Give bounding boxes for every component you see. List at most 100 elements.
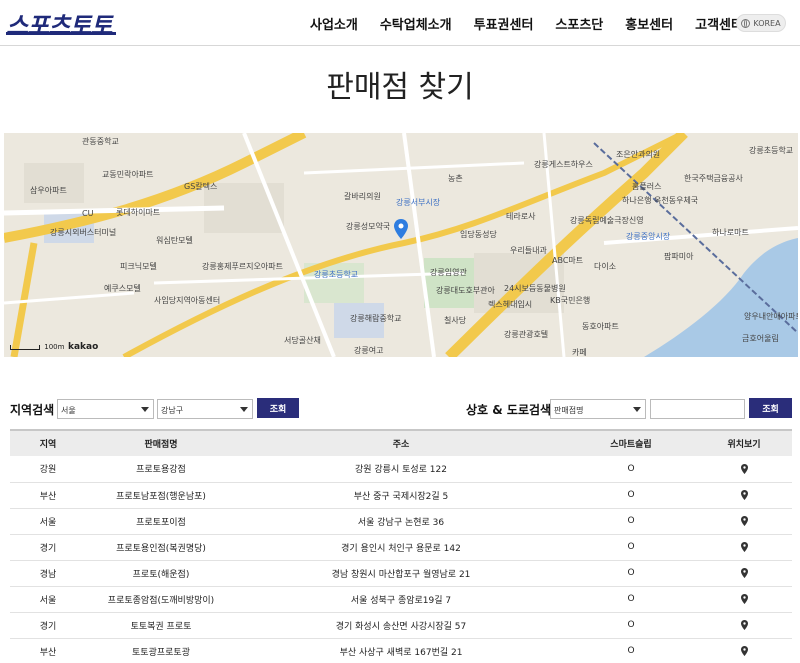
map-label: 양우내안애아파트 <box>744 312 798 321</box>
site-header: 스포츠토토 사업소개 수탁업체소개 투표권센터 스포츠단 홍보센터 고객센터 K… <box>0 0 800 46</box>
nav-item-sports-team[interactable]: 스포츠단 <box>555 14 603 33</box>
map-label: 강릉성모약국 <box>346 222 391 231</box>
nav-item-operator[interactable]: 수탁업체소개 <box>380 14 452 33</box>
map-label: 24시보듬동물병원 <box>504 284 566 293</box>
main-nav: 사업소개 수탁업체소개 투표권센터 스포츠단 홍보센터 고객센터 <box>310 0 765 46</box>
map-label: 강릉관광호텔 <box>504 330 549 339</box>
map-pin-icon[interactable] <box>740 645 748 656</box>
name-search-label: 상호 & 도로검색 <box>466 403 552 417</box>
cell-address: 부산 중구 국제시장2길 5 <box>236 482 566 509</box>
map-label: 강릉홍제푸르지오아파트 <box>202 262 283 271</box>
map-pin-icon[interactable] <box>740 489 748 500</box>
map-label: 사임당지역아동센터 <box>154 296 221 305</box>
region-city-select[interactable]: 서울 <box>57 399 154 419</box>
language-button[interactable]: KOREA <box>736 14 786 32</box>
cell-smart-slip: O <box>566 482 696 509</box>
cell-store-name: 프로토종암점(도깨비방망이) <box>86 586 236 613</box>
nav-item-pr-center[interactable]: 홍보센터 <box>625 14 673 33</box>
map-label: 예쿠스모텔 <box>104 284 141 293</box>
map-label: 하나은행 <box>622 196 652 205</box>
column-header-region: 지역 <box>10 430 86 456</box>
cell-location <box>696 612 792 639</box>
map-label: 강릉대도호부관아 <box>436 286 495 295</box>
cell-region: 부산 <box>10 638 86 663</box>
cell-location <box>696 482 792 509</box>
table-row: 서울 프로토포이점 서울 강남구 논현로 36 O <box>10 508 792 535</box>
nav-item-business[interactable]: 사업소개 <box>310 14 358 33</box>
map-label: 테라로사 <box>506 212 536 221</box>
site-logo[interactable]: 스포츠토토 <box>6 6 112 41</box>
table-row: 강원 프로토용강점 강원 강릉시 토성로 122 O <box>10 456 792 483</box>
map-label: 피크닉모텔 <box>120 262 157 271</box>
location-pin-icon[interactable] <box>394 219 408 239</box>
search-bar: 지역검색 서울 강남구 조회 상호 & 도로검색 판매점명 조회 <box>0 398 800 420</box>
map-pin-icon[interactable] <box>740 567 748 578</box>
chevron-down-icon <box>141 407 149 412</box>
cell-address: 경남 창원시 마산합포구 월영남로 21 <box>236 560 566 587</box>
cell-region: 서울 <box>10 586 86 613</box>
map-label: CU <box>82 209 94 218</box>
cell-store-name: 프로토용인점(복권명당) <box>86 534 236 561</box>
region-search-label: 지역검색 <box>10 403 55 417</box>
table-row: 부산 프로토남포점(행운남포) 부산 중구 국제시장2길 5 O <box>10 482 792 509</box>
scale-label: 100m <box>44 343 65 351</box>
cell-smart-slip: O <box>566 456 696 483</box>
region-city-value: 서울 <box>61 406 76 415</box>
map-label: 금호어울림 <box>742 334 779 343</box>
table-row: 서울 프로토종암점(도깨비방망이) 서울 성북구 종암로19길 7 O <box>10 586 792 613</box>
region-district-select[interactable]: 강남구 <box>157 399 253 419</box>
map-label: 강릉임영관 <box>430 268 467 277</box>
store-table: 지역 판매점명 주소 스마트슬립 위치보기 강원 프로토용강점 강원 강릉시 토… <box>10 429 792 663</box>
store-map[interactable]: 관동중학교 교동민락아파트 GS칼텍스 갈바리의원 강릉서부시장 강릉게스트하우… <box>4 133 798 357</box>
region-district-value: 강남구 <box>161 406 184 415</box>
name-type-select[interactable]: 판매점명 <box>550 399 646 419</box>
cell-address: 경기 용인시 처인구 용문로 142 <box>236 534 566 561</box>
cell-region: 경기 <box>10 534 86 561</box>
cell-smart-slip: O <box>566 560 696 587</box>
map-label: 강릉게스트하우스 <box>534 160 593 169</box>
cell-store-name: 프로토(해운점) <box>86 560 236 587</box>
map-label: 다이소 <box>594 262 617 271</box>
map-brand-logo[interactable]: kakao <box>68 342 98 352</box>
map-label: GS칼텍스 <box>184 182 218 191</box>
map-label: 농촌 <box>448 174 463 183</box>
map-label: 관동중학교 <box>82 137 119 146</box>
cell-store-name: 프로토남포점(행운남포) <box>86 482 236 509</box>
map-label: 교동민락아파트 <box>102 170 154 179</box>
name-type-value: 판매점명 <box>554 406 584 415</box>
cell-location <box>696 534 792 561</box>
map-label: 팜파미아 <box>664 252 694 261</box>
map-label: 동호아파트 <box>582 322 619 331</box>
map-label: 옥천동우체국 <box>654 196 699 205</box>
name-search-button[interactable]: 조회 <box>749 398 792 418</box>
cell-smart-slip: O <box>566 534 696 561</box>
cell-store-name: 토토광프로토광 <box>86 638 236 663</box>
globe-icon <box>741 18 751 28</box>
cell-store-name: 프로토포이점 <box>86 508 236 535</box>
map-label: 한국주택금융공사 <box>684 174 743 183</box>
cell-address: 강원 강릉시 토성로 122 <box>236 456 566 483</box>
cell-location <box>696 638 792 663</box>
map-label: KB국민은행 <box>550 296 591 305</box>
region-search-button[interactable]: 조회 <box>257 398 299 418</box>
map-label: 조은안과의원 <box>616 150 661 159</box>
map-pin-icon[interactable] <box>740 619 748 630</box>
map-label: 워심탄모텔 <box>156 236 193 245</box>
table-header-row: 지역 판매점명 주소 스마트슬립 위치보기 <box>10 430 792 456</box>
column-header-store-name: 판매점명 <box>86 430 236 456</box>
chevron-down-icon <box>633 407 641 412</box>
map-pin-icon[interactable] <box>740 463 748 474</box>
nav-item-ticket-center[interactable]: 투표권센터 <box>474 14 534 33</box>
cell-store-name: 토토복권 프로토 <box>86 612 236 639</box>
map-label: 삼우아파트 <box>30 186 67 195</box>
table-row: 경기 토토복권 프로토 경기 화성시 송산면 사강시장길 57 O <box>10 612 792 639</box>
map-pin-icon[interactable] <box>740 593 748 604</box>
map-label: 강릉중앙시장 <box>626 232 671 241</box>
cell-location <box>696 456 792 483</box>
map-pin-icon[interactable] <box>740 541 748 552</box>
cell-store-name: 프로토용강점 <box>86 456 236 483</box>
map-label: ABC마트 <box>552 256 584 265</box>
name-search-input[interactable] <box>650 399 745 419</box>
map-pin-icon[interactable] <box>740 515 748 526</box>
map-label: 렉스헤대입시 <box>488 300 533 309</box>
